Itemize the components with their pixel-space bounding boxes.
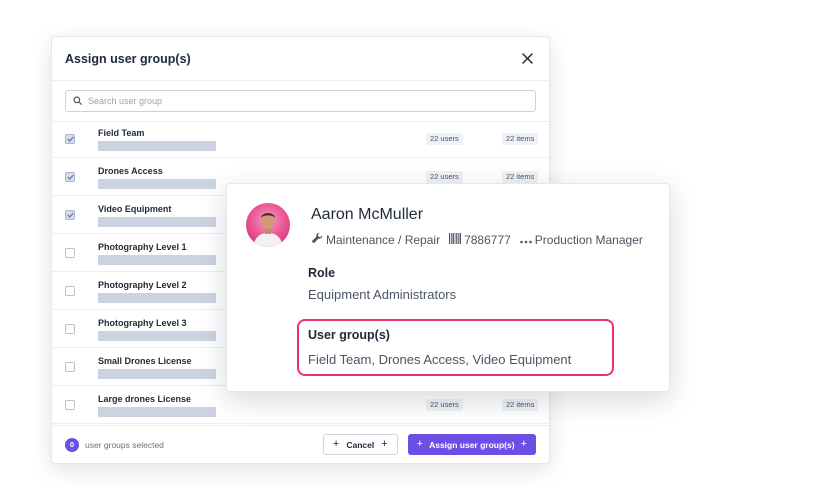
- group-name: Photography Level 2: [98, 280, 187, 290]
- placeholder-bar: [98, 407, 216, 417]
- group-name: Small Drones License: [98, 356, 192, 366]
- plus-icon: +: [381, 438, 388, 450]
- placeholder-bar: [98, 369, 216, 379]
- items-count-badge: 22 items: [502, 171, 539, 183]
- position-info: Production Manager: [519, 232, 643, 247]
- assign-user-groups-button[interactable]: + Assign user group(s) +: [407, 434, 536, 455]
- group-name: Photography Level 1: [98, 242, 187, 252]
- items-count-badge: 22 items: [502, 399, 539, 411]
- barcode-text: 7886777: [464, 232, 511, 247]
- avatar: [246, 203, 290, 247]
- user-groups-label: User group(s): [308, 328, 390, 342]
- selected-count-badge: 0: [65, 437, 79, 452]
- placeholder-bar: [98, 255, 216, 265]
- modal-footer: 0 user groups selected + Cancel + + Assi…: [52, 425, 549, 463]
- group-name: Field Team: [98, 128, 145, 138]
- user-profile-card: Aaron McMuller Maintenance / Repair 7886…: [226, 183, 670, 392]
- ellipsis-icon: [519, 233, 532, 247]
- close-icon[interactable]: [518, 50, 536, 68]
- placeholder-bar: [98, 179, 216, 189]
- placeholder-bar: [98, 141, 216, 151]
- user-meta: Maintenance / Repair 7886777 Production …: [311, 232, 643, 247]
- search-input[interactable]: [88, 96, 528, 106]
- list-item[interactable]: Field Team 22 users 22 items: [52, 120, 549, 158]
- group-name: Photography Level 3: [98, 318, 187, 328]
- search-icon: [73, 92, 82, 110]
- placeholder-bar: [98, 331, 216, 341]
- user-name: Aaron McMuller: [311, 206, 424, 223]
- users-count-badge: 22 users: [426, 133, 463, 145]
- cancel-button[interactable]: + Cancel +: [322, 434, 398, 455]
- users-count-badge: 22 users: [426, 171, 463, 183]
- plus-icon: +: [520, 438, 527, 450]
- department-text: Maintenance / Repair: [326, 232, 441, 247]
- items-count-badge: 22 items: [502, 133, 539, 145]
- search-section: [52, 81, 549, 122]
- row-checkbox[interactable]: [65, 172, 75, 182]
- users-count-badge: 22 users: [426, 399, 463, 411]
- modal-title: Assign user group(s): [65, 51, 191, 66]
- modal-header: Assign user group(s): [52, 37, 549, 81]
- cancel-label: Cancel: [346, 439, 375, 450]
- search-box[interactable]: [65, 90, 536, 112]
- user-groups-value: Field Team, Drones Access, Video Equipme…: [308, 352, 572, 367]
- plus-icon: +: [416, 438, 424, 450]
- row-checkbox[interactable]: [65, 248, 75, 258]
- row-checkbox[interactable]: [65, 400, 75, 410]
- group-name: Large drones License: [98, 394, 192, 404]
- plus-icon: +: [332, 438, 340, 450]
- row-checkbox[interactable]: [65, 286, 75, 296]
- selected-label: user groups selected: [85, 439, 164, 450]
- row-checkbox[interactable]: [65, 324, 75, 334]
- assign-label: Assign user group(s): [429, 439, 515, 450]
- group-name: Drones Access: [98, 166, 163, 176]
- row-checkbox[interactable]: [65, 134, 75, 144]
- role-value: Equipment Administrators: [308, 287, 457, 302]
- barcode-info: 7886777: [449, 232, 511, 247]
- department-info: Maintenance / Repair: [311, 232, 440, 247]
- wrench-icon: [311, 232, 323, 247]
- barcode-icon: [449, 232, 462, 247]
- group-name: Video Equipment: [98, 204, 172, 214]
- row-checkbox[interactable]: [65, 362, 75, 372]
- placeholder-bar: [98, 293, 216, 303]
- row-checkbox[interactable]: [65, 210, 75, 220]
- position-text: Production Manager: [534, 232, 643, 247]
- role-label: Role: [308, 266, 336, 280]
- placeholder-bar: [98, 217, 216, 227]
